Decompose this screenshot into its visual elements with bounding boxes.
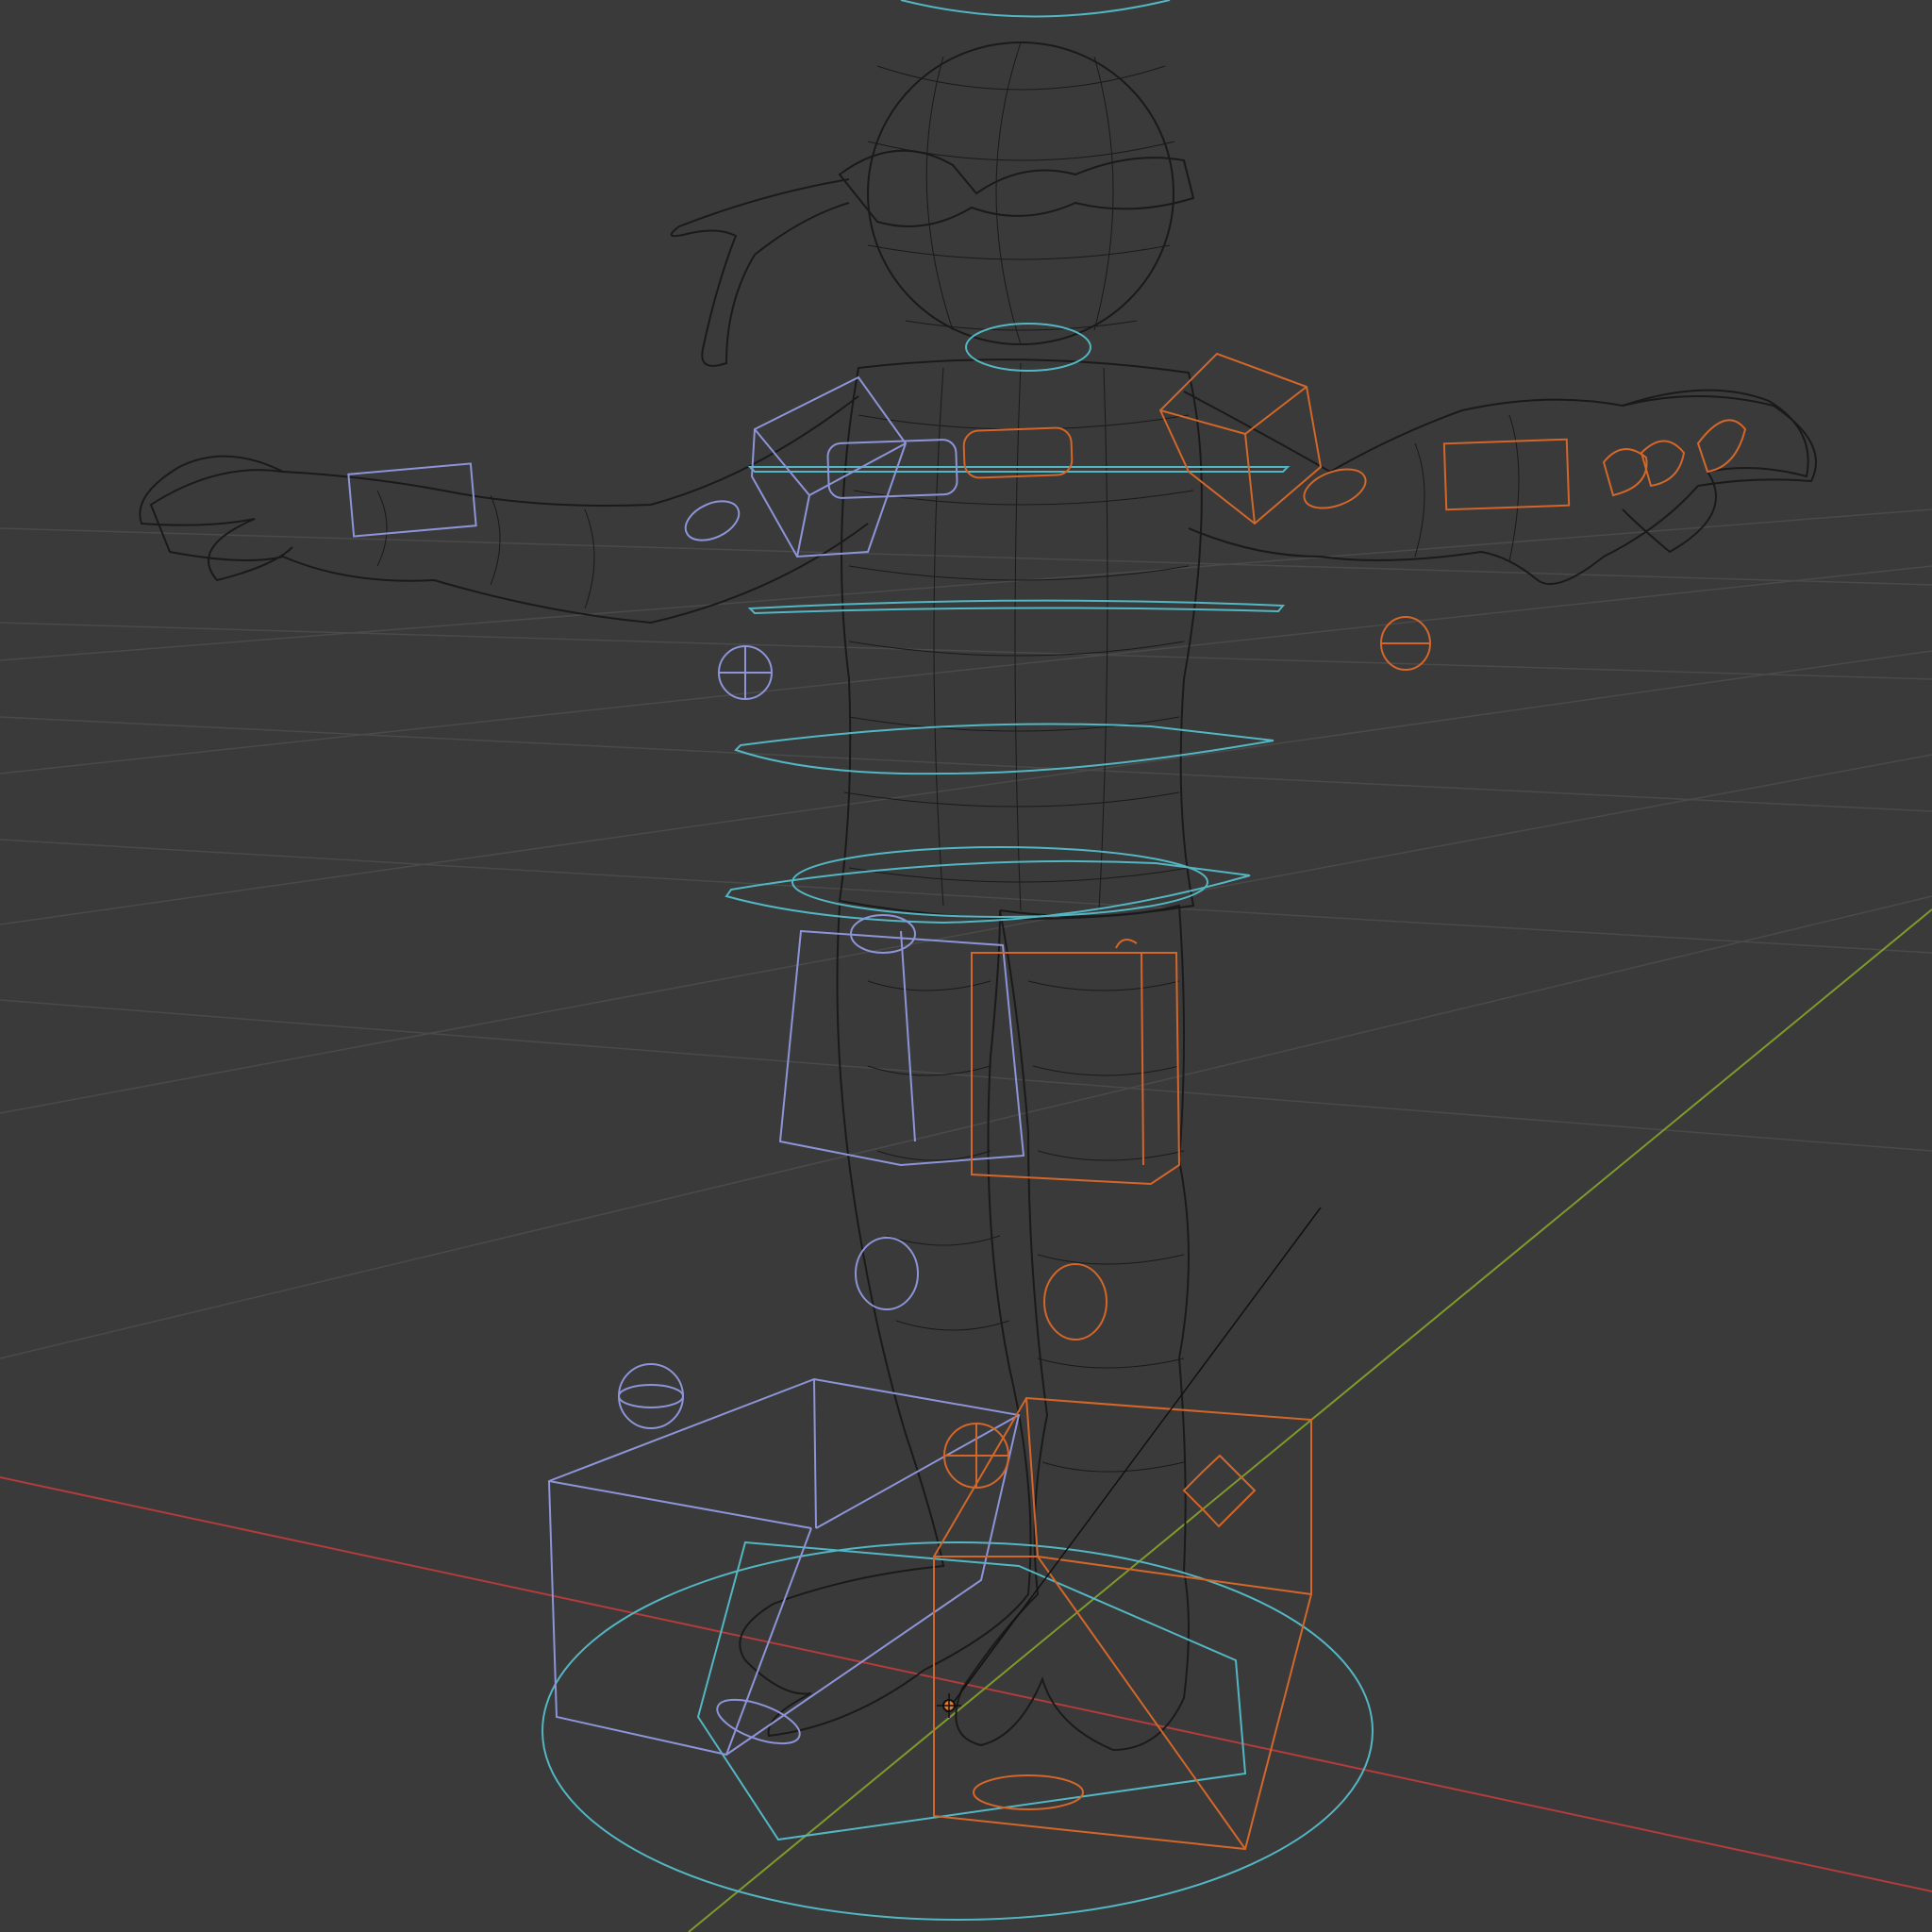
right-leg-mesh[interactable] bbox=[955, 904, 1190, 1752]
antenna-mesh[interactable] bbox=[670, 178, 850, 367]
spine-upper-control[interactable] bbox=[747, 599, 1286, 615]
left-toe-control[interactable] bbox=[712, 1690, 806, 1752]
left-arm-mesh[interactable] bbox=[149, 395, 869, 625]
left-leg-pole-control[interactable] bbox=[618, 1363, 684, 1429]
3d-viewport[interactable] bbox=[0, 0, 1932, 1932]
chest-control[interactable] bbox=[747, 466, 1291, 473]
left-leg-pole-ring bbox=[618, 1384, 684, 1408]
left-elbow-control[interactable] bbox=[679, 493, 745, 548]
right-arm-mesh[interactable] bbox=[1183, 391, 1817, 586]
head-mesh[interactable] bbox=[867, 42, 1174, 345]
left-wrist-control[interactable] bbox=[347, 462, 477, 538]
wireframe-scene[interactable] bbox=[0, 0, 1932, 1932]
root-control[interactable] bbox=[541, 1541, 1374, 1921]
left-knee-control[interactable] bbox=[855, 1237, 919, 1310]
right-shoulder-control[interactable] bbox=[1158, 352, 1323, 525]
right-finger-controls[interactable] bbox=[1602, 419, 1747, 497]
neck-control[interactable] bbox=[965, 323, 1091, 372]
right-wrist-control[interactable] bbox=[1442, 438, 1571, 511]
left-thigh-control[interactable] bbox=[778, 929, 1025, 1167]
left-leg-mesh[interactable] bbox=[739, 905, 1032, 1738]
floor-grid bbox=[0, 508, 1932, 1359]
goggles-mesh[interactable] bbox=[838, 149, 1195, 227]
view-helper-line bbox=[945, 1207, 1322, 1713]
torso-mesh[interactable] bbox=[838, 358, 1203, 920]
mesh-detail bbox=[376, 42, 1520, 1473]
right-knee-control[interactable] bbox=[1043, 1263, 1108, 1341]
right-thigh-control[interactable] bbox=[971, 939, 1181, 1186]
center-rig-controls[interactable] bbox=[541, 0, 1374, 1921]
head-top-control[interactable] bbox=[900, 0, 1171, 18]
